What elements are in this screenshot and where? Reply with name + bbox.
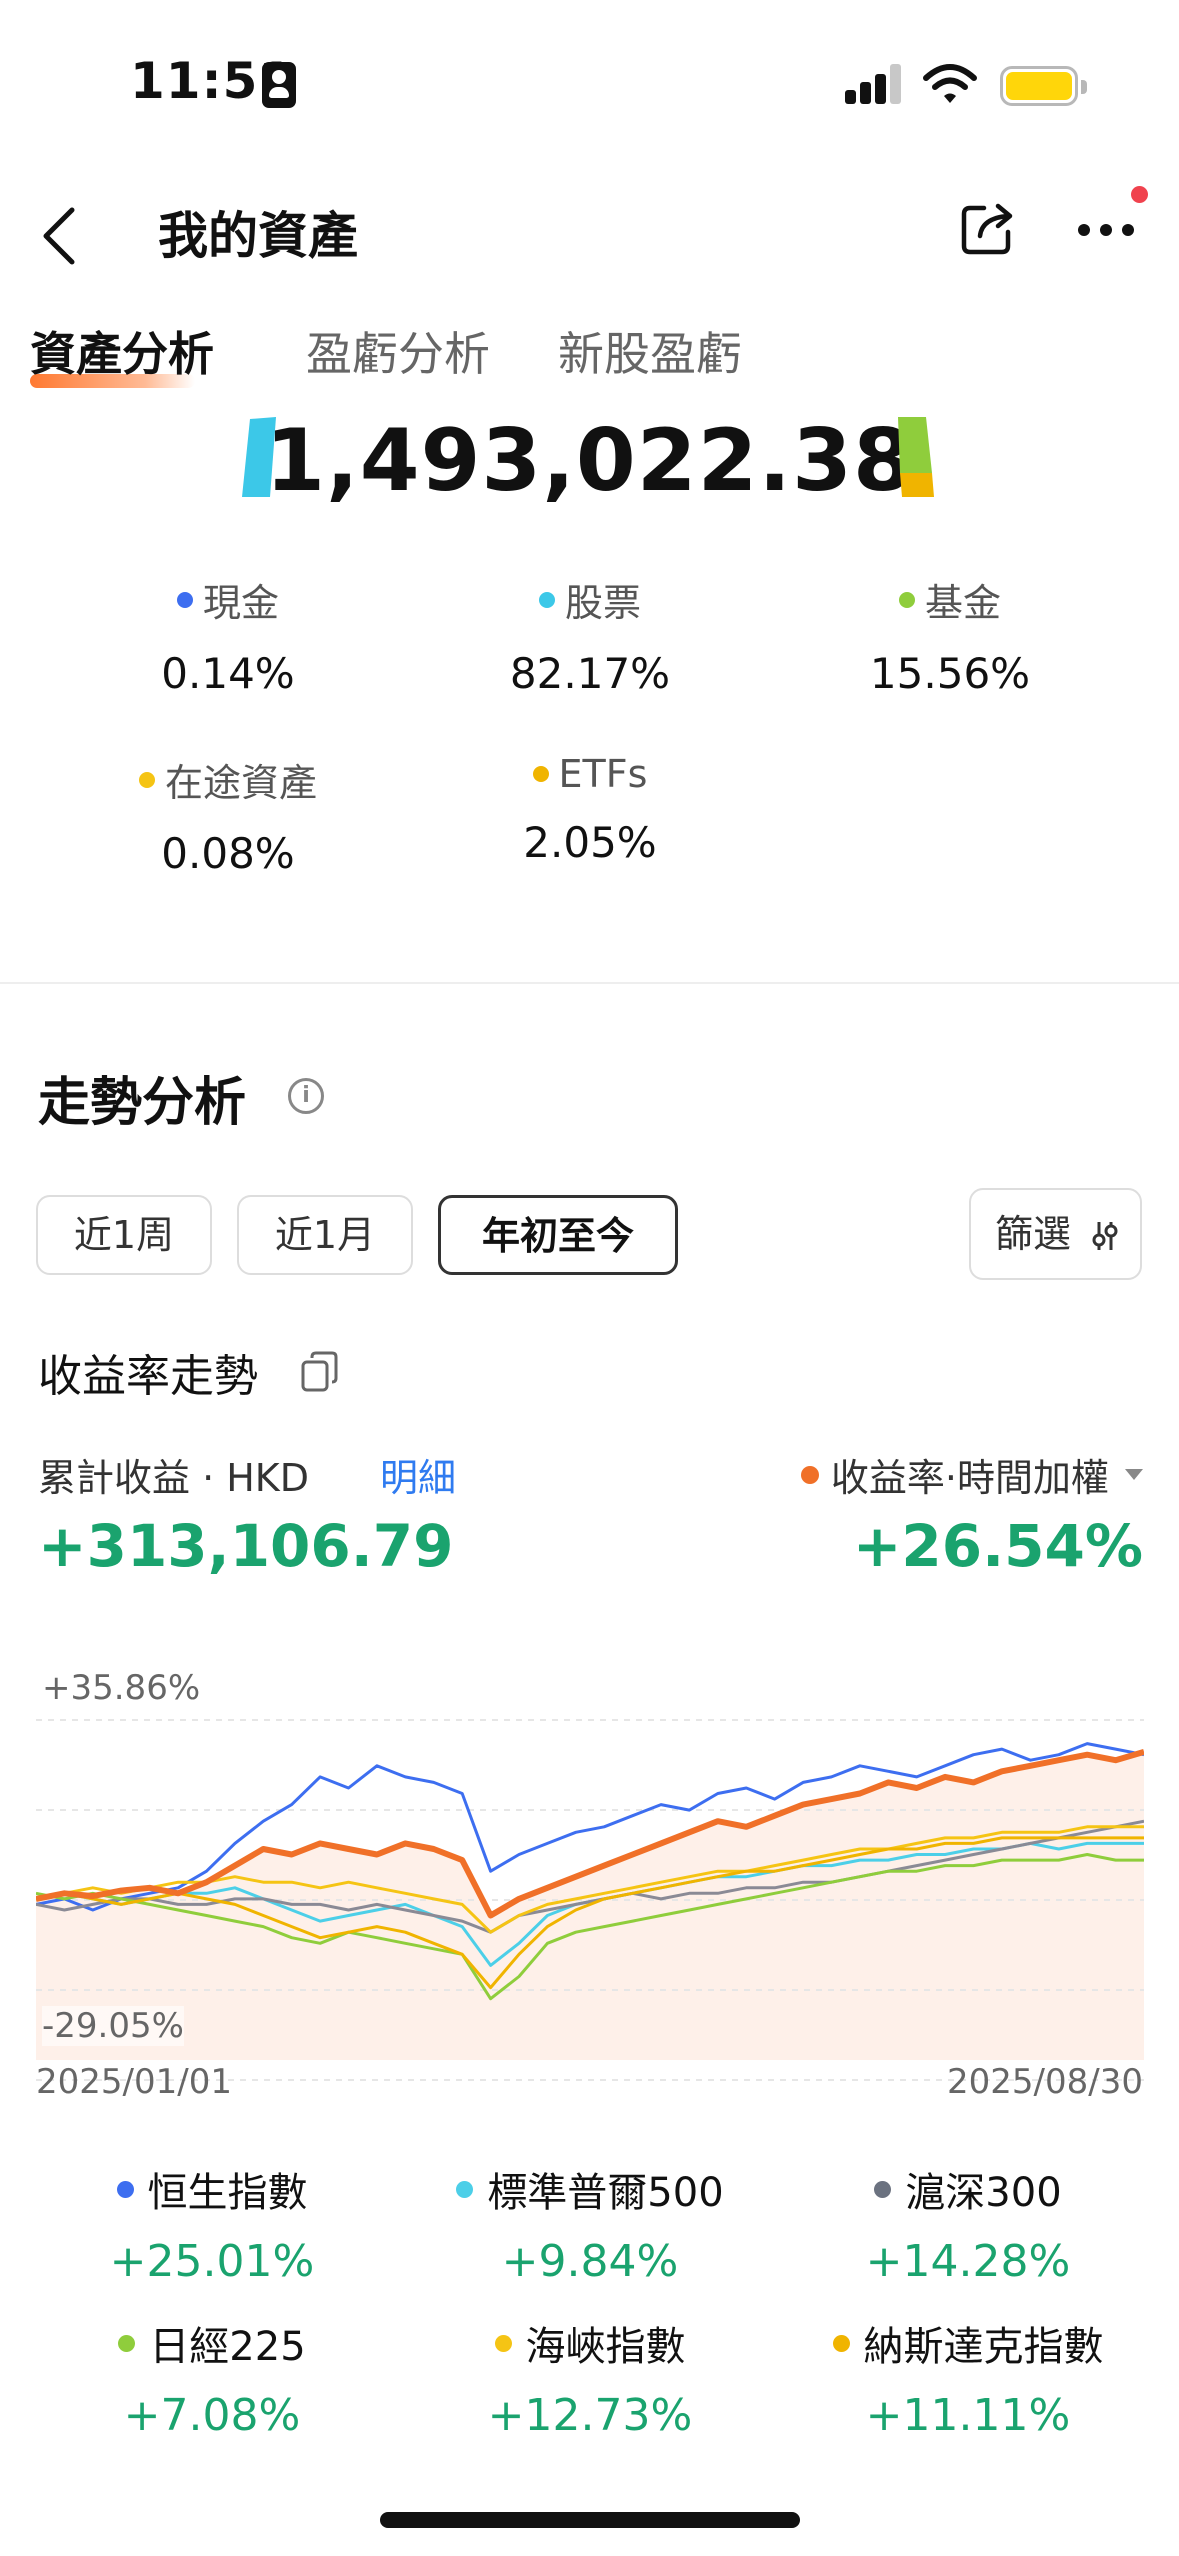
alloc-label: 股票	[564, 581, 641, 625]
index-name: 滬深300	[905, 2170, 1062, 2216]
legend-dot-icon	[832, 2334, 850, 2352]
legend-dot-icon	[116, 2180, 134, 2198]
alloc-value: 82.17%	[509, 649, 671, 698]
rate-type-selector[interactable]: 收益率·時間加權	[800, 1447, 1143, 1502]
section-divider	[0, 982, 1179, 984]
back-arrow-icon[interactable]	[36, 206, 86, 266]
share-icon[interactable]	[958, 198, 1018, 258]
index-return: +12.73%	[487, 2390, 693, 2441]
dropdown-caret-icon	[1125, 1469, 1143, 1480]
rate-type-label: 收益率·時間加權	[830, 1456, 1109, 1500]
more-options-icon[interactable]	[1076, 224, 1136, 238]
tab-asset-analysis[interactable]: 資產分析	[30, 318, 214, 384]
detail-link[interactable]: 明細	[380, 1447, 456, 1502]
cellular-signal-icon	[845, 64, 901, 104]
alloc-stocks: 股票 82.17%	[410, 572, 770, 698]
alloc-funds: 基金 15.56%	[770, 572, 1130, 698]
alloc-cash: 現金 0.14%	[48, 572, 408, 698]
legend-dot-icon	[494, 2334, 512, 2352]
index-straits-times[interactable]: 海峽指數 +12.73%	[400, 2314, 780, 2441]
index-name: 日經225	[149, 2324, 306, 2370]
total-assets: 1,493,022.38	[0, 405, 1179, 515]
page-title: 我的資產	[158, 207, 358, 265]
index-name: 標準普爾500	[487, 2170, 724, 2216]
battery-cap	[1081, 80, 1087, 94]
filter-button[interactable]: 篩選	[969, 1188, 1142, 1280]
tab-ipo-pnl[interactable]: 新股盈虧	[558, 318, 742, 384]
x-axis-end-label: 2025/08/30	[947, 2062, 1143, 2102]
index-hang-seng[interactable]: 恒生指數 +25.01%	[22, 2160, 402, 2287]
allocation-bar-right	[898, 417, 934, 497]
alloc-value: 0.14%	[161, 649, 295, 698]
y-axis-bottom-label: -29.05%	[42, 2006, 184, 2046]
alloc-etfs: ETFs 2.05%	[410, 752, 770, 867]
wifi-icon	[923, 64, 977, 103]
rate-series-dot-icon	[800, 1465, 819, 1484]
legend-dot-icon	[874, 2180, 892, 2198]
funds-dot-icon	[898, 591, 915, 608]
tab-pnl-analysis[interactable]: 盈虧分析	[306, 318, 490, 384]
index-return: +7.08%	[123, 2390, 301, 2441]
x-axis-start-label: 2025/01/01	[36, 2062, 232, 2102]
notification-dot	[1131, 186, 1148, 203]
yield-trend-chart[interactable]	[36, 1660, 1144, 2100]
analysis-tabs: 資產分析 盈虧分析 新股盈虧	[0, 318, 1179, 398]
yield-trend-title: 收益率走勢	[38, 1351, 258, 1402]
index-nikkei225[interactable]: 日經225 +7.08%	[22, 2314, 402, 2441]
index-nasdaq[interactable]: 納斯達克指數 +11.11%	[778, 2314, 1158, 2441]
index-sp500[interactable]: 標準普爾500 +9.84%	[400, 2160, 780, 2287]
etfs-dot-icon	[532, 766, 549, 782]
stocks-dot-icon	[538, 591, 555, 608]
index-csi300[interactable]: 滬深300 +14.28%	[778, 2160, 1158, 2287]
index-name: 海峽指數	[525, 2324, 686, 2370]
trend-section-title: 走勢分析	[38, 1073, 247, 1133]
info-icon[interactable]: i	[288, 1078, 324, 1114]
alloc-value: 0.08%	[161, 829, 295, 878]
index-name: 恒生指數	[147, 2170, 308, 2216]
alloc-value: 15.56%	[869, 649, 1031, 698]
index-return: +9.84%	[501, 2236, 679, 2287]
index-return: +11.11%	[865, 2390, 1071, 2441]
legend-dot-icon	[456, 2180, 474, 2198]
index-return: +14.28%	[865, 2236, 1071, 2287]
focus-person-icon	[262, 62, 296, 108]
in-transit-dot-icon	[138, 771, 155, 788]
cumulative-return-label: 累計收益 · HKD	[38, 1456, 309, 1500]
alloc-value: 2.05%	[523, 818, 657, 867]
period-1-month-button[interactable]: 近1月	[237, 1195, 413, 1275]
status-bar: 11:51	[0, 0, 1179, 170]
alloc-in-transit: 在途資產 0.08%	[48, 752, 408, 878]
filter-sliders-icon	[1092, 1222, 1118, 1250]
alloc-label: ETFs	[558, 752, 648, 796]
legend-dot-icon	[118, 2334, 136, 2352]
copy-icon[interactable]	[300, 1350, 340, 1394]
cumulative-return-value: +313,106.79	[38, 1512, 454, 1580]
home-indicator	[380, 2512, 800, 2528]
nav-bar: 我的資產	[0, 170, 1179, 290]
period-1-week-button[interactable]: 近1周	[36, 1195, 212, 1275]
index-return: +25.01%	[109, 2236, 315, 2287]
alloc-label: 在途資產	[164, 761, 317, 805]
filter-label: 篩選	[995, 1212, 1072, 1256]
battery-icon	[1000, 66, 1078, 106]
rate-return-value: +26.54%	[852, 1512, 1143, 1580]
total-assets-value: 1,493,022.38	[265, 411, 914, 511]
y-axis-top-label: +35.86%	[42, 1668, 201, 1708]
cash-dot-icon	[176, 591, 193, 608]
period-ytd-button[interactable]: 年初至今	[438, 1195, 678, 1275]
alloc-label: 現金	[202, 581, 279, 625]
index-name: 納斯達克指數	[863, 2324, 1104, 2370]
alloc-label: 基金	[924, 581, 1001, 625]
